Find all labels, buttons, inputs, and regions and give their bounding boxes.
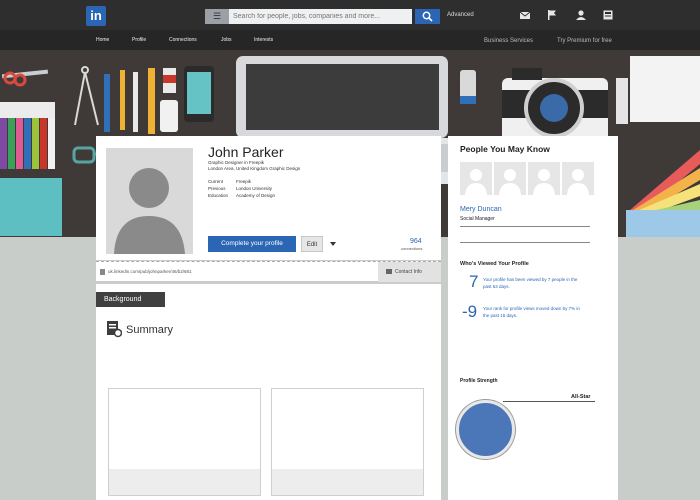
connections-label: connections [401, 246, 423, 251]
top-bar: in ☰ Advanced [0, 0, 700, 30]
markers-icon [0, 102, 55, 169]
contact-info-button[interactable]: Contact Info [378, 262, 441, 282]
search-input[interactable] [229, 9, 412, 24]
detail-previous: Previous London University [208, 186, 273, 191]
flag-icon[interactable] [546, 9, 558, 21]
search-button[interactable] [415, 9, 440, 24]
glasses-icon [72, 146, 98, 164]
suggested-person-name[interactable]: Mery Duncan [460, 206, 502, 213]
profile-name: John Parker [208, 144, 284, 160]
search-category-dropdown[interactable]: ☰ [205, 9, 229, 24]
ruler-icon [148, 68, 155, 134]
nav-interests[interactable]: Interests [254, 37, 273, 43]
default-avatar-icon [114, 168, 185, 254]
nav-connections[interactable]: Connections [169, 37, 197, 43]
rank-text[interactable]: Your rank for profile views moved down b… [483, 305, 583, 319]
person-thumbnail[interactable] [528, 162, 560, 195]
document-icon [100, 269, 105, 275]
public-profile-bar: uk.linkedin.com/pub/johnparker/46/b2/681… [96, 261, 441, 282]
pencil-icon [104, 74, 110, 132]
card-icon [386, 269, 392, 274]
main-column: Background Summary [96, 284, 441, 500]
compass-icon [74, 66, 99, 126]
rank-change[interactable]: -9 [462, 302, 477, 322]
nav-profile[interactable]: Profile [132, 37, 146, 43]
divider [460, 226, 590, 227]
pencil-icon [120, 70, 125, 130]
advanced-search-link[interactable]: Advanced [447, 12, 474, 18]
chevron-down-icon[interactable] [330, 242, 336, 246]
divider [460, 242, 590, 243]
nav-home[interactable]: Home [96, 37, 109, 43]
notebook-icon [630, 56, 700, 122]
summary-icon [107, 321, 122, 338]
media-placeholder[interactable] [271, 388, 424, 496]
person-thumbnail[interactable] [460, 162, 492, 195]
public-profile-url[interactable]: uk.linkedin.com/pub/johnparker/46/b2/681 [108, 269, 192, 274]
folder-icon [0, 178, 62, 236]
whos-viewed-title: Who's Viewed Your Profile [460, 261, 529, 267]
pencil-icon [133, 72, 138, 132]
profile-card: John Parker Graphic Designer in Freepik … [96, 136, 441, 260]
nav-jobs[interactable]: Jobs [221, 37, 232, 43]
person-thumbnail[interactable] [494, 162, 526, 195]
strength-line [503, 401, 595, 402]
profile-strength-level: All-Star [571, 394, 591, 400]
views-text[interactable]: Your profile has been viewed by 7 people… [483, 276, 583, 290]
detail-current: Current Freepik [208, 179, 252, 184]
suggested-person-title: Social Manager [460, 216, 495, 222]
add-connection-icon[interactable] [575, 9, 587, 21]
business-services-link[interactable]: Business Services [484, 38, 533, 44]
premium-link[interactable]: Try Premium for free [557, 38, 612, 44]
messages-icon[interactable] [519, 9, 531, 21]
pen-icon [616, 78, 628, 124]
settings-icon[interactable] [602, 9, 614, 21]
scissors-icon [1, 69, 49, 87]
search-icon [422, 11, 433, 22]
profile-strength-title: Profile Strength [460, 378, 498, 384]
main-nav: Home Profile Connections Jobs Interests … [0, 30, 700, 50]
color-swatches-icon [626, 150, 700, 237]
detail-education: Education Academy of Design [208, 193, 276, 198]
views-count[interactable]: 7 [469, 272, 478, 292]
profile-location: London Area, United Kingdom Graphic Desi… [208, 166, 301, 171]
summary-title: Summary [126, 324, 174, 336]
person-thumbnail[interactable] [562, 162, 594, 195]
media-placeholder[interactable] [108, 388, 261, 496]
avatar[interactable] [106, 148, 193, 254]
linkedin-logo[interactable]: in [86, 6, 106, 26]
profile-strength-meter[interactable] [456, 400, 515, 459]
people-you-may-know-title: People You May Know [460, 144, 550, 154]
glue-icon [160, 100, 178, 132]
sidebar: People You May Know Mery Duncan Social M… [448, 136, 618, 500]
people-suggestions [460, 162, 594, 195]
connections-count[interactable]: 964 [410, 238, 422, 245]
complete-profile-button[interactable]: Complete your profile [208, 236, 296, 252]
background-tab[interactable]: Background [96, 292, 165, 307]
edit-button[interactable]: Edit [301, 236, 323, 252]
